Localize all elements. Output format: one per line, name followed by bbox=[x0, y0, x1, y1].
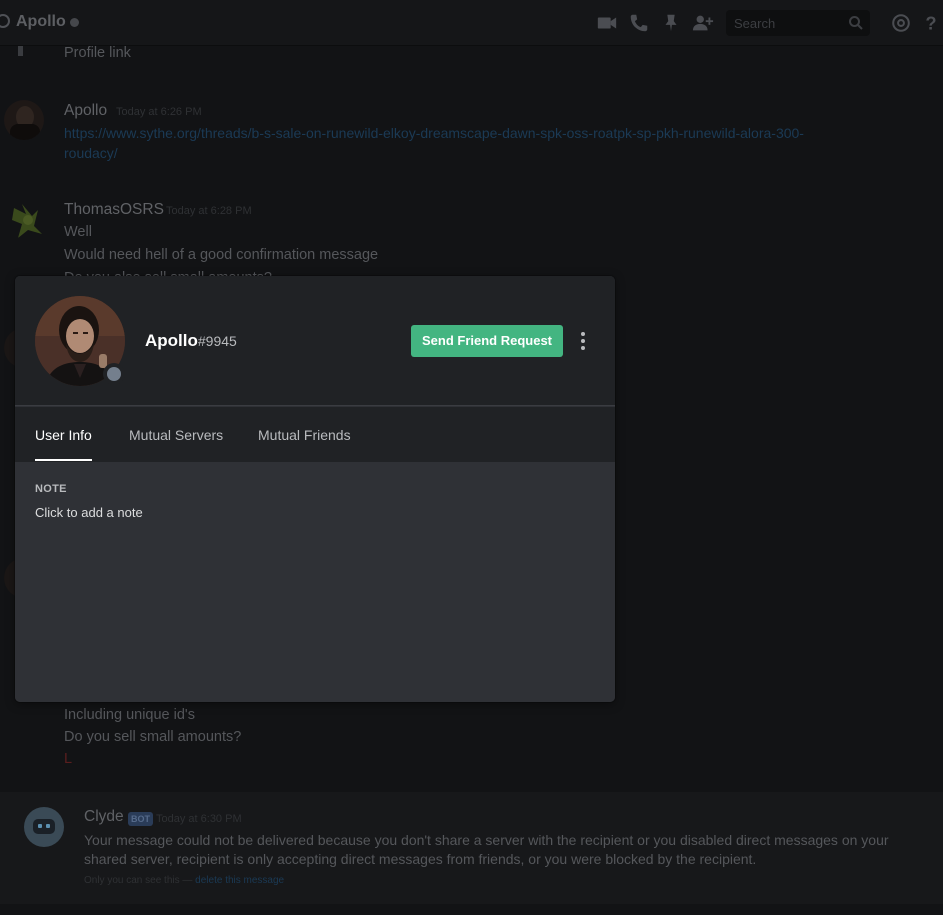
avatar[interactable] bbox=[4, 100, 44, 140]
avatar bbox=[18, 46, 23, 56]
at-sign-icon bbox=[0, 14, 10, 28]
message-text: shared server, recipient is only accepti… bbox=[84, 851, 757, 867]
top-bar: Apollo Search ? bbox=[0, 0, 943, 46]
message-author[interactable]: ThomasOSRS bbox=[64, 201, 164, 219]
message-text: Including unique id's bbox=[64, 707, 195, 723]
status-offline-icon bbox=[103, 363, 125, 385]
pin-icon[interactable] bbox=[660, 12, 682, 34]
profile-username: Apollo#9945 bbox=[145, 331, 237, 351]
search-box[interactable]: Search bbox=[726, 10, 870, 36]
message-author[interactable]: Apollo bbox=[64, 102, 107, 120]
tab-mutual-servers[interactable]: Mutual Servers bbox=[129, 427, 223, 459]
bot-badge: BOT bbox=[128, 812, 153, 826]
status-indicator bbox=[70, 18, 79, 27]
user-profile-modal: Apollo#9945 Send Friend Request User Inf… bbox=[15, 276, 615, 702]
message-link[interactable]: roudacy/ bbox=[64, 145, 118, 161]
message-text: Profile link bbox=[64, 45, 131, 61]
username: Apollo bbox=[145, 331, 198, 350]
voice-call-icon[interactable] bbox=[628, 12, 650, 34]
tab-user-info[interactable]: User Info bbox=[35, 427, 92, 461]
avatar[interactable] bbox=[8, 200, 48, 240]
clyde-avatar[interactable] bbox=[24, 807, 64, 847]
ephemeral-note: Only you can see this — delete this mess… bbox=[84, 875, 284, 886]
svg-text:?: ? bbox=[925, 12, 936, 33]
message-text: L bbox=[64, 751, 73, 767]
search-icon bbox=[849, 16, 863, 30]
profile-body: NOTE Click to add a note bbox=[15, 462, 615, 702]
profile-header: Apollo#9945 Send Friend Request bbox=[15, 276, 615, 406]
message-timestamp: Today at 6:30 PM bbox=[156, 813, 242, 825]
mentions-icon[interactable] bbox=[890, 12, 912, 34]
profile-tabs: User Info Mutual Servers Mutual Friends bbox=[15, 407, 615, 462]
discriminator: #9945 bbox=[197, 333, 237, 349]
message-text: Well bbox=[64, 224, 92, 240]
message-timestamp: Today at 6:28 PM bbox=[166, 205, 252, 217]
message-timestamp: Today at 6:26 PM bbox=[116, 106, 202, 118]
send-friend-request-button[interactable]: Send Friend Request bbox=[411, 325, 563, 357]
note-label: NOTE bbox=[35, 483, 67, 495]
tab-mutual-friends[interactable]: Mutual Friends bbox=[258, 427, 351, 459]
message-author[interactable]: Clyde bbox=[84, 808, 124, 826]
note-input[interactable]: Click to add a note bbox=[35, 505, 143, 520]
message-text: Your message could not be delivered beca… bbox=[84, 832, 889, 848]
delete-message-link[interactable]: delete this message bbox=[195, 875, 284, 886]
channel-title: Apollo bbox=[16, 13, 66, 30]
message-text: Do you sell small amounts? bbox=[64, 729, 242, 745]
more-options-icon[interactable] bbox=[577, 329, 589, 353]
ephemeral-note-text: Only you can see this — bbox=[84, 875, 193, 886]
message-text: Would need hell of a good confirmation m… bbox=[64, 247, 379, 263]
video-call-icon[interactable] bbox=[596, 12, 618, 34]
message-link[interactable]: https://www.sythe.org/threads/b-s-sale-o… bbox=[64, 125, 804, 141]
clyde-message bbox=[0, 792, 943, 904]
add-friend-icon[interactable] bbox=[692, 12, 714, 34]
search-placeholder: Search bbox=[734, 16, 776, 31]
help-icon[interactable]: ? bbox=[920, 12, 942, 34]
